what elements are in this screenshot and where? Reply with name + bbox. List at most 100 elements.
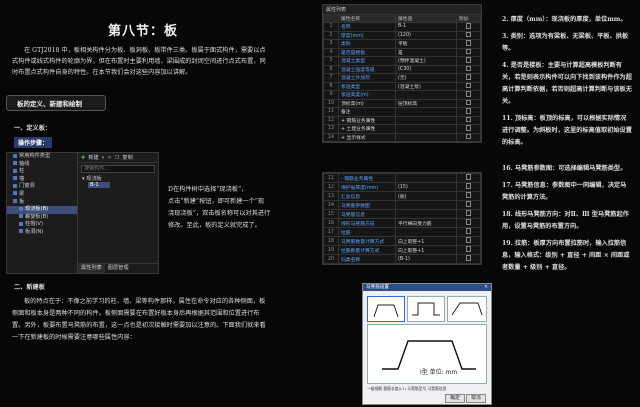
checkbox-icon[interactable] [465,183,472,189]
property-row[interactable]: 11- 钢筋业务属性 [323,173,481,183]
cancel-button[interactable]: 取消 [466,394,486,403]
property-value[interactable]: (B-1) [395,254,457,264]
property-row[interactable]: 11 备注 [323,107,481,117]
checkbox-icon[interactable] [465,255,472,261]
property-value[interactable]: B-1 [395,22,457,32]
property-value[interactable]: 向上取整+1 [395,236,457,246]
tree-item[interactable]: 墙 [7,176,77,184]
property-row[interactable]: 6 混凝土强度等级 (C30) [323,64,481,74]
property-row[interactable]: 8 泵送类型 (混凝土泵) [323,81,481,91]
property-row[interactable]: 12 保护层厚度(mm) (15) [323,182,481,192]
property-value[interactable]: (混凝土泵) [395,81,457,91]
property-row[interactable]: 13 + 土建业务属性 [323,124,481,134]
copy-button[interactable]: 复制 [122,154,132,161]
property-value[interactable]: (板) [395,191,457,201]
tab-layers[interactable]: 图层管理 [105,264,132,273]
checkbox-icon[interactable] [465,125,472,131]
property-value[interactable] [395,90,457,100]
property-row[interactable]: 13 汇总信息 (板) [323,191,481,201]
property-value[interactable]: (无) [395,73,457,83]
checkbox-icon[interactable] [465,31,472,37]
checkbox-icon[interactable] [465,74,472,80]
checkbox-icon[interactable] [465,65,472,71]
header-extra: 附加 [456,14,481,23]
property-row[interactable]: 15 马凳筋信息 [323,209,481,219]
checkbox-icon[interactable] [465,192,472,198]
property-row[interactable]: 16 线形马凳筋方向 平行横向受力筋 [323,218,481,228]
checkbox-icon[interactable] [465,48,472,54]
checkbox-icon[interactable] [465,91,472,97]
list-group-header[interactable]: ▾ 现浇板 [78,175,158,182]
shape-thumb-1[interactable] [367,296,405,322]
checkbox-icon[interactable] [465,219,472,225]
property-value[interactable]: (C30) [395,64,457,74]
checkbox-icon[interactable] [465,40,472,46]
checkbox-icon[interactable] [465,228,472,234]
property-value[interactable]: (120) [395,30,457,40]
checkbox-icon[interactable] [465,174,472,180]
property-row[interactable]: 14 + 显示样式 [323,132,481,142]
property-value[interactable]: (预拌混凝土) [395,56,457,66]
tree-item[interactable]: 常用构件类型 [7,153,77,161]
checkbox-icon[interactable] [465,57,472,63]
property-row[interactable]: 1 名称 B-1 [323,22,481,32]
property-value[interactable]: (15) [395,182,457,192]
checkbox-icon[interactable] [465,210,472,216]
property-row[interactable]: 4 是否是楼板是 [323,47,481,57]
property-row[interactable]: 19 拉筋数量计算方式 向上取整+1 [323,245,481,255]
property-row[interactable]: 10 顶标高(m) 层顶标高 [323,98,481,108]
property-row[interactable]: 18 马凳筋数量计算方式 向上取整+1 [323,236,481,246]
tree-item[interactable]: 柱 [7,168,77,176]
property-row[interactable]: 7 混凝土外加剂 (无) [323,73,481,83]
property-value[interactable]: 是 [395,47,457,57]
property-value[interactable] [395,107,457,117]
checkbox-icon[interactable] [465,133,472,139]
property-row[interactable]: 2 厚度(mm) (120) [323,30,481,40]
close-icon[interactable]: ✕ [484,284,491,291]
checkbox-icon[interactable] [465,82,472,88]
tree-item[interactable]: 门窗洞 [7,183,77,191]
checkbox-icon[interactable] [465,23,472,29]
property-row[interactable]: 5 混凝土类型 (预拌混凝土) [323,56,481,66]
property-row[interactable]: 3 类别 平板 [323,39,481,49]
shape-thumb-3[interactable] [447,296,487,322]
property-row[interactable]: 20 归类名称 (B-1) [323,254,481,264]
property-value[interactable] [395,200,457,210]
property-value[interactable] [395,115,457,125]
checkbox-icon[interactable] [465,246,472,252]
property-row[interactable]: 14 马凳筋参数图 [323,200,481,210]
tree-item[interactable]: 柱帽(V) [7,221,77,229]
checkbox-icon[interactable] [465,116,472,122]
list-item-b1[interactable]: B-1 [88,182,110,188]
row-index: 3 [323,39,339,49]
new-button[interactable]: 新建 [88,154,98,161]
property-row[interactable]: 17 拉筋 [323,227,481,237]
property-value[interactable] [395,132,457,142]
property-value[interactable]: 向上取整+1 [395,245,457,255]
checkbox-icon[interactable] [465,108,472,114]
property-value[interactable] [395,227,457,237]
property-row[interactable]: 12 + 钢筋业务属性 [323,115,481,125]
tree-item[interactable]: 板洞(N) [7,229,77,237]
property-value[interactable] [395,124,457,134]
property-value[interactable]: 平行横向受力筋 [395,218,457,228]
checkbox-icon[interactable] [465,99,472,105]
tree-item-label: 轴线 [19,160,30,167]
checkbox-icon[interactable] [465,201,472,207]
delete-icon[interactable]: ✕ [107,155,111,161]
shape-thumb-2[interactable] [407,296,445,322]
property-value[interactable]: 层顶标高 [395,98,457,108]
search-input[interactable]: 搜索构件... [81,165,155,173]
property-row[interactable]: 9 泵送高度(m) [323,90,481,100]
property-extra [456,115,481,125]
property-value[interactable]: 平板 [395,39,457,49]
tree-item[interactable]: 现浇板(B) [7,206,77,214]
tab-properties[interactable]: 属性列表 [78,264,105,273]
tree-item[interactable]: 梁 [7,191,77,199]
ok-button[interactable]: 确定 [445,394,465,403]
property-value[interactable] [395,173,457,183]
tree-item[interactable]: 轴线 [7,161,77,169]
checkbox-icon[interactable] [465,237,472,243]
property-value[interactable] [395,209,457,219]
component-icon [13,191,17,196]
